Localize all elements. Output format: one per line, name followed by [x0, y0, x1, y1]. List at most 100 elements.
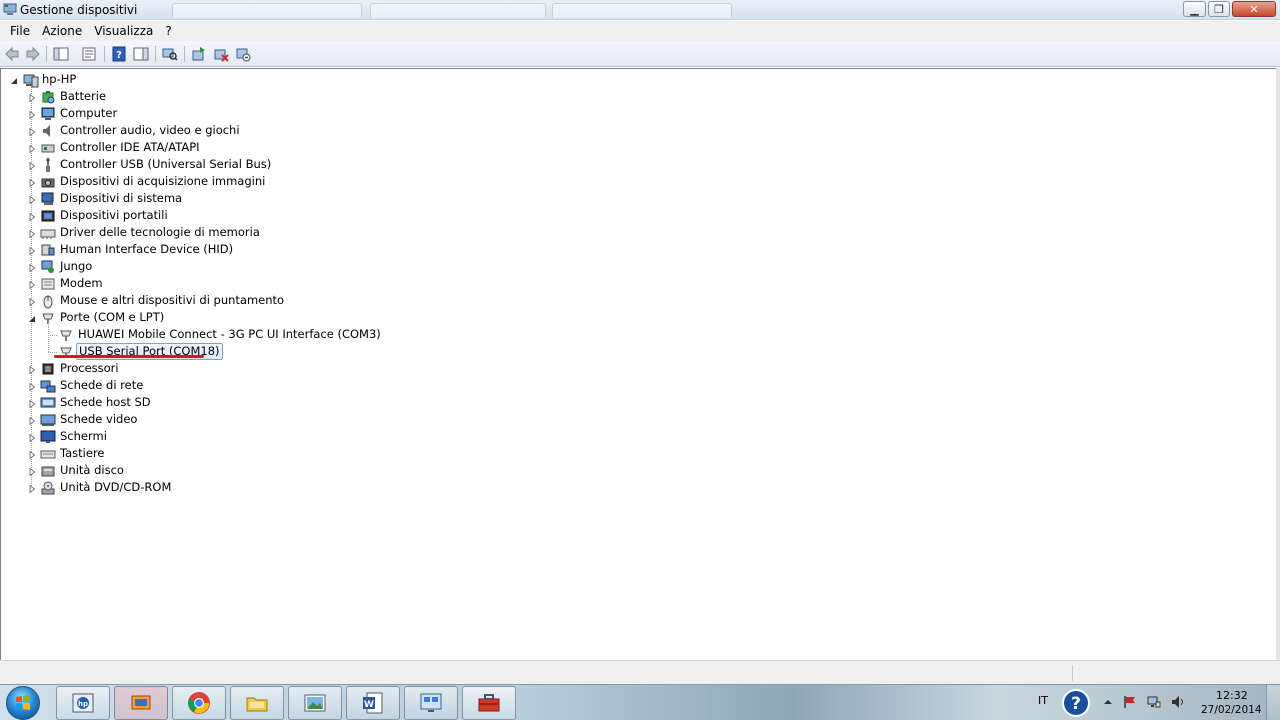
tree-item-label[interactable]: Porte (COM e LPT): [58, 309, 166, 326]
tree-item-label[interactable]: HUAWEI Mobile Connect - 3G PC UI Interfa…: [76, 326, 383, 343]
minimize-icon: ▁: [1190, 2, 1199, 16]
tree-expander[interactable]: [27, 484, 36, 493]
tree-item-label[interactable]: Tastiere: [58, 445, 107, 462]
tree-expander-root[interactable]: [9, 76, 18, 85]
tree-item-label[interactable]: hp-HP: [40, 71, 78, 88]
tree-expander[interactable]: [27, 280, 36, 289]
clock-date[interactable]: 27/02/2014: [1201, 704, 1262, 716]
computer-icon: [40, 106, 56, 122]
clock-time[interactable]: 12:32: [1216, 689, 1248, 702]
tree-item-label[interactable]: Modem: [58, 275, 105, 292]
tree-item-label[interactable]: Controller audio, video e giochi: [58, 122, 242, 139]
tree-expander[interactable]: [27, 127, 36, 136]
tree-item-label[interactable]: Controller IDE ATA/ATAPI: [58, 139, 202, 156]
tray-volume-button[interactable]: [1170, 694, 1186, 710]
taskbar-photo-viewer[interactable]: [288, 686, 342, 720]
tree-expander[interactable]: [27, 110, 36, 119]
tree-item-label[interactable]: Computer: [58, 105, 119, 122]
disk-drive-icon: [40, 463, 56, 479]
tree-item-label[interactable]: Schede host SD: [58, 394, 153, 411]
show-hide-console-tree-button[interactable]: [52, 45, 70, 63]
tree-expander[interactable]: [27, 297, 36, 306]
jungo-icon: [40, 259, 56, 275]
help-tray-button[interactable]: ?: [1060, 687, 1092, 719]
menu-file[interactable]: File: [4, 21, 36, 41]
properties-button[interactable]: [80, 45, 98, 63]
status-bar-divider: [1072, 665, 1073, 681]
tree-item-label[interactable]: Schede video: [58, 411, 139, 428]
forward-arrow-icon: [26, 46, 40, 62]
start-button[interactable]: [6, 686, 40, 720]
tree-expander[interactable]: [27, 416, 36, 425]
menu-visualizza[interactable]: Visualizza: [88, 21, 159, 41]
tree-expander[interactable]: [27, 467, 36, 476]
tree-item-label[interactable]: Dispositivi portatili: [58, 207, 170, 224]
help-button[interactable]: ?: [110, 45, 128, 63]
window-title-bar[interactable]: Gestione dispositivi ▁ ❐ ✕: [0, 0, 1280, 20]
tree-expander[interactable]: [27, 144, 36, 153]
update-driver-icon: [192, 47, 205, 61]
tree-expander[interactable]: [27, 365, 36, 374]
tree-item-label[interactable]: Mouse e altri dispositivi di puntamento: [58, 292, 286, 309]
taskbar-remote-desktop[interactable]: [404, 686, 458, 720]
taskbar-toolbox[interactable]: [462, 686, 516, 720]
tree-expander[interactable]: [27, 399, 36, 408]
root-computer-icon: [23, 72, 39, 88]
tree-item-label[interactable]: Controller USB (Universal Serial Bus): [58, 156, 273, 173]
language-indicator[interactable]: IT: [1038, 694, 1048, 707]
taskbar-word[interactable]: W: [346, 686, 400, 720]
show-desktop-button[interactable]: [1266, 685, 1280, 720]
tree-item-label[interactable]: Schermi: [58, 428, 109, 445]
menu-azione[interactable]: Azione: [36, 21, 88, 41]
camera-icon: [40, 174, 56, 190]
tree-item-label[interactable]: Batterie: [58, 88, 108, 105]
tree-item-label[interactable]: Dispositivi di sistema: [58, 190, 184, 207]
tree-expander[interactable]: [27, 93, 36, 102]
tree-expander[interactable]: [27, 195, 36, 204]
action-pane-button[interactable]: [132, 45, 150, 63]
tree-item-label[interactable]: Jungo: [58, 258, 94, 275]
tree-item-label[interactable]: Human Interface Device (HID): [58, 241, 235, 258]
tree-expander[interactable]: [27, 433, 36, 442]
minimize-button[interactable]: ▁: [1183, 1, 1206, 17]
close-button[interactable]: ✕: [1232, 1, 1276, 17]
tree-expander[interactable]: [27, 229, 36, 238]
update-driver-button[interactable]: [190, 45, 208, 63]
menu-help[interactable]: ?: [159, 21, 177, 41]
tree-item-label[interactable]: Schede di rete: [58, 377, 145, 394]
scan-hardware-button[interactable]: [161, 45, 179, 63]
uninstall-button[interactable]: [212, 45, 230, 63]
tree-item-label[interactable]: Unità DVD/CD-ROM: [58, 479, 173, 496]
tree-expander[interactable]: [27, 246, 36, 255]
forward-button[interactable]: [24, 45, 42, 63]
taskbar-media-player[interactable]: [114, 686, 168, 720]
disable-device-button[interactable]: [234, 45, 252, 63]
tree-expander[interactable]: [27, 161, 36, 170]
tree-item-label[interactable]: Driver delle tecnologie di memoria: [58, 224, 262, 241]
tray-security-icon-button[interactable]: [1122, 694, 1138, 710]
scan-hardware-icon: [162, 48, 178, 61]
show-hidden-icons-button[interactable]: [1100, 694, 1116, 710]
tray-network-button[interactable]: [1146, 694, 1162, 710]
tree-item-label[interactable]: Dispositivi di acquisizione immagini: [58, 173, 267, 190]
tree-expander[interactable]: [27, 382, 36, 391]
back-button[interactable]: [3, 45, 21, 63]
tree-expander[interactable]: [27, 450, 36, 459]
taskbar-hp-support[interactable]: hp: [56, 686, 110, 720]
maximize-button[interactable]: ❐: [1208, 1, 1230, 17]
taskbar-file-explorer[interactable]: [230, 686, 284, 720]
tree-expander[interactable]: [27, 178, 36, 187]
tree-item-label[interactable]: Unità disco: [58, 462, 126, 479]
portable-device-icon: [40, 208, 56, 224]
tree-guide-line: [48, 335, 57, 336]
toolbar-separator: [104, 46, 105, 62]
taskbar-chrome[interactable]: [172, 686, 226, 720]
maximize-icon: ❐: [1214, 2, 1224, 16]
tree-expander[interactable]: [27, 212, 36, 221]
scrollbar-edge: [1276, 68, 1280, 660]
tree-item-label[interactable]: Processori: [58, 360, 121, 377]
toolbar-separator: [155, 46, 156, 62]
taskbar: hp W IT ? 12:32 27/02/2014: [0, 684, 1280, 720]
tree-expander[interactable]: [27, 263, 36, 272]
tree-expander[interactable]: [27, 314, 36, 323]
